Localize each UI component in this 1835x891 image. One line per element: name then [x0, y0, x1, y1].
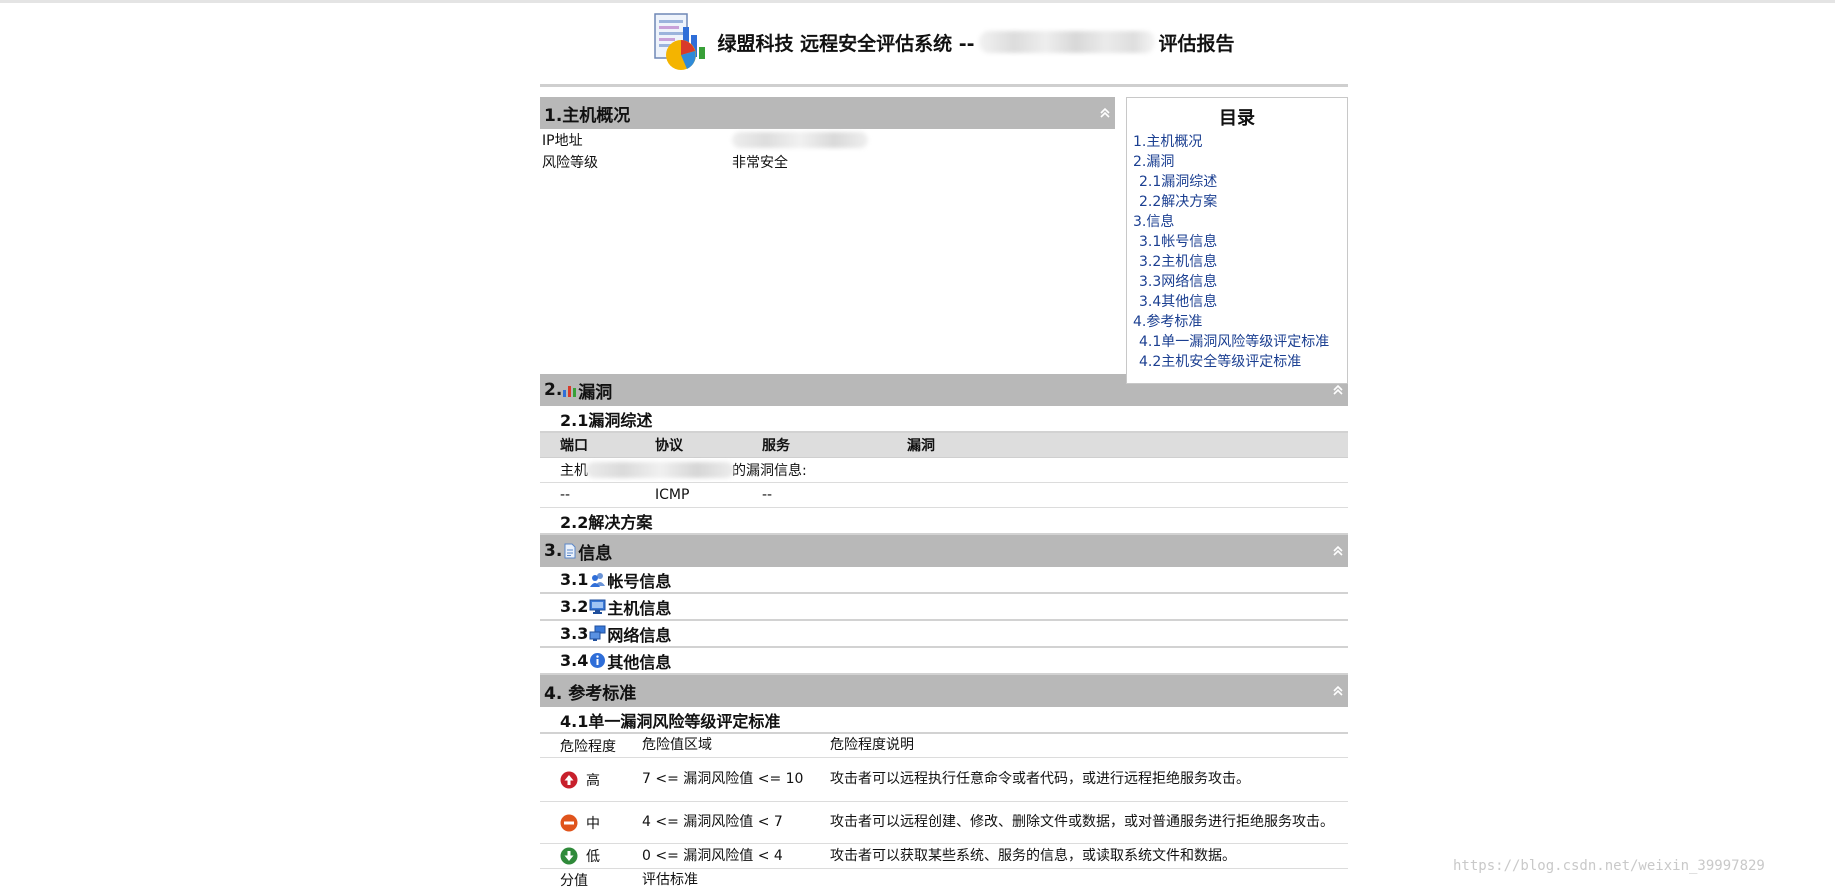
column-header-score: 分值	[560, 873, 588, 889]
redacted-host-name	[978, 31, 1155, 53]
section-title: 1.主机概况	[544, 105, 631, 126]
toc-link-vuln-summary[interactable]: 2.1漏洞综述	[1127, 172, 1347, 192]
risk-description: 攻击者可以远程创建、修改、删除文件或数据，或对普通服务进行拒绝服务攻击。	[830, 814, 1334, 830]
report-title-suffix: 评估报告	[1158, 32, 1235, 55]
medium-risk-icon	[560, 814, 578, 831]
cell-protocol: ICMP	[655, 487, 690, 503]
low-risk-icon	[560, 847, 578, 865]
standard-table-header: 危险程度 危险值区域 危险程度说明	[540, 734, 1348, 758]
column-header-service: 服务	[762, 438, 790, 454]
section-header-information: 3. 信息	[540, 535, 1348, 567]
section-header-host-overview: 1.主机概况	[540, 97, 1115, 129]
section-header-reference-standards: 4. 参考标准	[540, 675, 1348, 707]
risk-level-label: 风险等级	[542, 155, 598, 171]
report-title: 绿盟科技 远程安全评估系统 -- 评估报告	[717, 29, 1235, 56]
column-header-risk-range: 危险值区域	[642, 737, 712, 753]
toc-link-host-overview[interactable]: 1.主机概况	[1127, 132, 1347, 152]
column-header-port: 端口	[560, 438, 588, 454]
toc-title: 目录	[1219, 108, 1255, 129]
host-prefix: 主机	[560, 463, 588, 479]
network-computers-icon	[589, 625, 606, 641]
subsection-label: 网络信息	[607, 625, 672, 645]
risk-level-value: 非常安全	[732, 155, 788, 171]
section-title: 4. 参考标准	[544, 683, 637, 704]
column-header-vulnerability: 漏洞	[907, 438, 935, 454]
risk-range: 7 <= 漏洞风险值 <= 10	[642, 771, 804, 787]
subsection-number: 3.1	[560, 570, 589, 589]
toc-link-host-security-standard[interactable]: 4.2主机安全等级评定标准	[1127, 352, 1347, 372]
toc-link-network-info[interactable]: 3.3网络信息	[1127, 272, 1347, 292]
section-number: 3.	[544, 541, 563, 561]
subsection-network-info: 3.3 网络信息	[540, 621, 1348, 648]
report: 绿盟科技 远程安全评估系统 -- 评估报告 1.主机概况 IP地址 风险等级 非…	[540, 0, 1348, 891]
top-area: 1.主机概况 IP地址 风险等级 非常安全 目录 1.主机概况 2.漏洞 2.1…	[540, 87, 1348, 384]
report-chart-icon	[654, 13, 706, 70]
cell-service: --	[762, 487, 773, 503]
info-row-ip: IP地址	[540, 129, 1115, 151]
redacted-ip-value	[732, 132, 868, 148]
risk-range: 0 <= 漏洞风险值 < 4	[642, 847, 783, 864]
toc-link-host-info[interactable]: 3.2主机信息	[1127, 252, 1347, 272]
collapse-icon[interactable]	[1099, 107, 1111, 119]
vuln-table-header: 端口 协议 服务 漏洞	[540, 433, 1348, 458]
collapse-icon[interactable]	[1332, 384, 1344, 396]
redacted-host-ip	[586, 462, 734, 478]
column-header-protocol: 协议	[655, 438, 683, 454]
section-title: 漏洞	[578, 382, 613, 403]
cell-port: --	[560, 487, 571, 503]
bar-chart-icon	[563, 386, 577, 397]
watermark: https://blog.csdn.net/weixin_39997829	[1453, 858, 1765, 874]
subsection-host-info: 3.2 主机信息	[540, 594, 1348, 621]
risk-level: 低	[586, 849, 600, 865]
column-header-risk-degree: 危险程度	[560, 738, 616, 755]
subsection-label: 主机信息	[607, 598, 672, 618]
subsection-number: 3.4	[560, 651, 589, 670]
subsection-label: 其他信息	[607, 652, 672, 672]
document-icon	[564, 543, 576, 559]
toc-link-single-vuln-standard[interactable]: 4.1单一漏洞风险等级评定标准	[1127, 332, 1347, 352]
collapse-icon[interactable]	[1332, 685, 1344, 697]
subsection-single-vuln-standard: 4.1单一漏洞风险等级评定标准	[540, 707, 1348, 734]
toc-link-account-info[interactable]: 3.1帐号信息	[1127, 232, 1347, 252]
info-icon	[590, 653, 606, 668]
info-row-risk-level: 风险等级 非常安全	[540, 151, 1115, 173]
table-row: 低 0 <= 漏洞风险值 < 4 攻击者可以获取某些系统、服务的信息，或读取系统…	[540, 844, 1348, 869]
table-row: -- ICMP --	[540, 483, 1348, 508]
toc-link-vulnerabilities[interactable]: 2.漏洞	[1127, 152, 1347, 172]
subsection-vuln-summary: 2.1漏洞综述	[540, 406, 1348, 433]
section-title: 信息	[578, 543, 613, 564]
risk-description: 攻击者可以远程执行任意命令或者代码，或进行远程拒绝服务攻击。	[830, 771, 1250, 787]
table-row: 中 4 <= 漏洞风险值 < 7 攻击者可以远程创建、修改、删除文件或数据，或对…	[540, 802, 1348, 844]
table-row: 高 7 <= 漏洞风险值 <= 10 攻击者可以远程执行任意命令或者代码，或进行…	[540, 758, 1348, 802]
subsection-number: 3.3	[560, 624, 589, 643]
section-host-overview: 1.主机概况 IP地址 风险等级 非常安全	[540, 97, 1115, 173]
toc-link-other-info[interactable]: 3.4其他信息	[1127, 292, 1347, 312]
toc-link-reference-standards[interactable]: 4.参考标准	[1127, 312, 1347, 332]
toc-link-solutions[interactable]: 2.2解决方案	[1127, 192, 1347, 212]
ip-label: IP地址	[542, 133, 583, 149]
host-suffix: 的漏洞信息:	[732, 463, 807, 479]
report-title-main: 绿盟科技 远程安全评估系统 --	[717, 32, 975, 55]
risk-level: 中	[586, 815, 600, 832]
collapse-icon[interactable]	[1332, 545, 1344, 557]
host-monitor-icon	[589, 599, 606, 614]
column-header-risk-description: 危险程度说明	[830, 737, 914, 753]
toc-link-information[interactable]: 3.信息	[1127, 212, 1347, 232]
account-users-icon	[590, 573, 606, 587]
high-risk-icon	[560, 771, 578, 788]
column-header-evaluation-standard: 评估标准	[642, 871, 698, 888]
report-header: 绿盟科技 远程安全评估系统 -- 评估报告	[540, 0, 1348, 84]
subsection-other-info: 3.4 其他信息	[540, 648, 1348, 675]
risk-range: 4 <= 漏洞风险值 < 7	[642, 814, 783, 830]
vuln-host-row: 主机 的漏洞信息:	[540, 458, 1348, 483]
risk-description: 攻击者可以获取某些系统、服务的信息，或读取系统文件和数据。	[830, 847, 1236, 864]
subsection-number: 3.2	[560, 597, 589, 616]
subsection-solutions: 2.2解决方案	[540, 508, 1348, 535]
section-number: 2.	[544, 380, 563, 400]
risk-level: 高	[586, 772, 600, 789]
subsection-account-info: 3.1 帐号信息	[540, 567, 1348, 594]
subsection-label: 帐号信息	[607, 571, 672, 591]
table-of-contents: 目录 1.主机概况 2.漏洞 2.1漏洞综述 2.2解决方案 3.信息 3.1帐…	[1126, 97, 1348, 384]
